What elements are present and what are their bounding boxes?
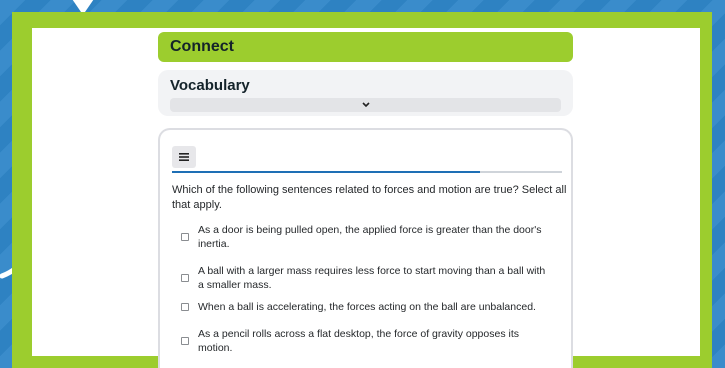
answer-option-label: When a ball is accelerating, the forces … — [198, 301, 536, 313]
answer-option[interactable]: As a door is being pulled open, the appl… — [181, 223, 551, 251]
answer-option-label: As a pencil rolls across a flat desktop,… — [198, 328, 519, 354]
vocabulary-card: Vocabulary — [158, 70, 573, 116]
progress-bar — [172, 171, 562, 173]
progress-fill — [172, 171, 481, 173]
answer-option[interactable]: As a pencil rolls across a flat desktop,… — [181, 327, 551, 355]
answer-option[interactable]: A ball with a larger mass requires less … — [181, 264, 551, 292]
vocabulary-title: Vocabulary — [170, 77, 250, 94]
answer-checkbox[interactable] — [181, 233, 189, 241]
question-prompt: Which of the following sentences related… — [172, 184, 567, 211]
menu-button[interactable] — [172, 146, 196, 168]
answer-checkbox[interactable] — [181, 337, 189, 345]
answer-option-label: As a door is being pulled open, the appl… — [198, 224, 542, 250]
vocabulary-expand-button[interactable] — [170, 98, 561, 112]
section-header: Connect — [158, 32, 573, 62]
answer-option-label: A ball with a larger mass requires less … — [198, 265, 546, 291]
question-card: Which of the following sentences related… — [158, 128, 573, 368]
answer-checkbox[interactable] — [181, 274, 189, 282]
answer-checkbox[interactable] — [181, 303, 189, 311]
chevron-down-icon — [361, 102, 370, 108]
answer-option[interactable]: When a ball is accelerating, the forces … — [181, 300, 551, 314]
section-title: Connect — [170, 38, 234, 55]
hamburger-menu-icon — [179, 153, 189, 161]
